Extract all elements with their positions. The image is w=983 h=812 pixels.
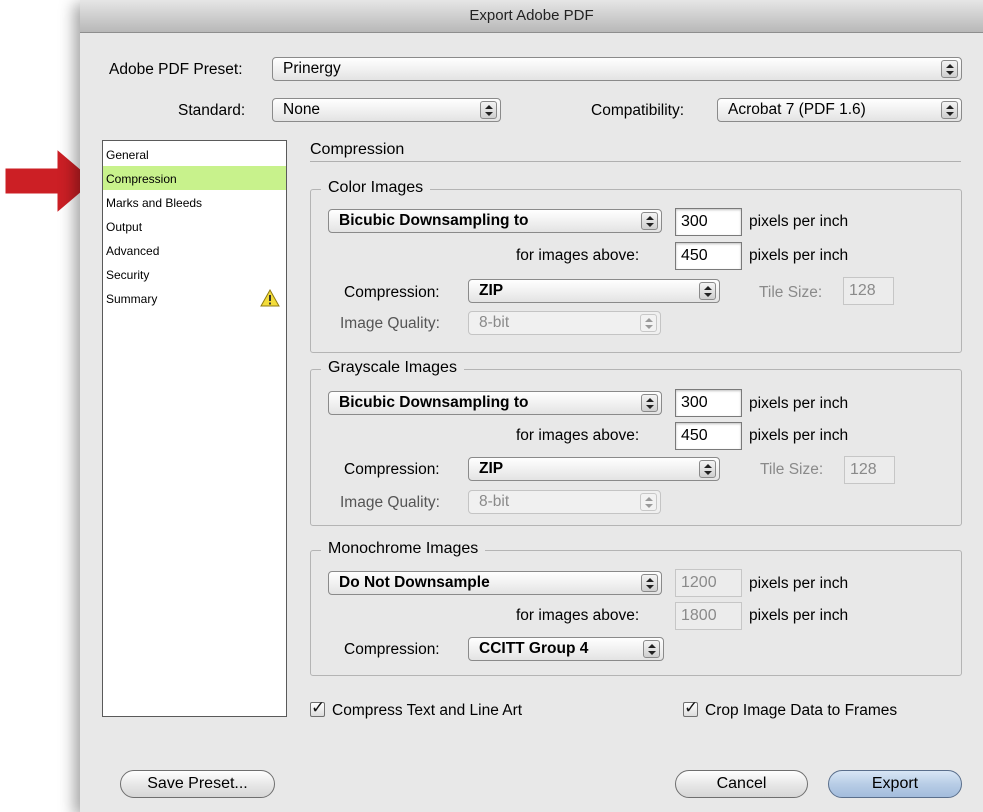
color-quality-select[interactable]: 8-bit	[468, 311, 661, 335]
group-title: Grayscale Images	[321, 359, 464, 377]
sidebar-item-label: Output	[106, 220, 143, 234]
checkmark-icon: ✓	[684, 698, 699, 717]
sidebar-item-label: Security	[106, 268, 150, 282]
monochrome-above-input[interactable]: 1800	[675, 602, 742, 630]
warning-icon	[260, 289, 280, 307]
color-compression-value: ZIP	[479, 282, 504, 299]
monochrome-compression-value: CCITT Group 4	[479, 640, 589, 657]
preset-label: Adobe PDF Preset:	[109, 61, 243, 78]
grayscale-ppi-unit: pixels per inch	[749, 395, 849, 412]
sidebar-item-label: Compression	[106, 172, 177, 186]
cancel-button[interactable]: Cancel	[675, 770, 808, 798]
standard-label: Standard:	[178, 102, 246, 119]
compatibility-value: Acrobat 7 (PDF 1.6)	[728, 101, 866, 118]
popup-arrows-icon	[941, 60, 958, 78]
sidebar-item-label: Summary	[106, 292, 158, 306]
color-downsample-value: Bicubic Downsampling to	[339, 212, 529, 229]
title-bar: Export Adobe PDF	[80, 0, 983, 33]
crop-image-label: Crop Image Data to Frames	[705, 702, 898, 719]
monochrome-ppi-input[interactable]: 1200	[675, 569, 742, 597]
popup-arrows-icon	[640, 493, 657, 511]
sidebar-item-advanced[interactable]: Advanced	[103, 238, 286, 262]
grayscale-quality-value: 8-bit	[479, 493, 510, 510]
popup-arrows-icon	[480, 101, 497, 119]
color-ppi-input[interactable]: 300	[675, 208, 742, 236]
popup-arrows-icon	[941, 101, 958, 119]
category-list: General Compression Marks and Bleeds Out…	[102, 140, 287, 717]
panel-title: Compression	[310, 141, 405, 158]
checkmark-icon: ✓	[311, 698, 326, 717]
standard-select[interactable]: None	[272, 98, 501, 122]
standard-value: None	[283, 101, 321, 118]
preset-value: Prinergy	[283, 60, 341, 77]
crop-image-checkbox[interactable]: ✓	[683, 698, 698, 717]
save-preset-button[interactable]: Save Preset...	[120, 770, 275, 798]
color-compression-select[interactable]: ZIP	[468, 279, 720, 303]
window-title: Export Adobe PDF	[469, 7, 594, 24]
grayscale-above-input[interactable]: 450	[675, 422, 742, 450]
sidebar-item-label: Marks and Bleeds	[106, 196, 203, 210]
sidebar-item-general[interactable]: General	[103, 142, 286, 166]
color-ppi-unit: pixels per inch	[749, 213, 849, 230]
panel-divider	[310, 161, 961, 162]
group-title: Color Images	[321, 179, 431, 197]
popup-arrows-icon	[640, 314, 657, 332]
compatibility-select[interactable]: Acrobat 7 (PDF 1.6)	[717, 98, 962, 122]
color-quality-value: 8-bit	[479, 314, 510, 331]
sidebar-item-summary[interactable]: Summary	[103, 286, 286, 310]
grayscale-quality-select[interactable]: 8-bit	[468, 490, 661, 514]
monochrome-above-unit: pixels per inch	[749, 607, 849, 624]
color-tile-input[interactable]: 128	[843, 277, 894, 305]
grayscale-compression-label: Compression:	[344, 461, 440, 478]
color-downsample-select[interactable]: Bicubic Downsampling to	[328, 209, 662, 233]
color-tile-label: Tile Size:	[759, 284, 823, 301]
monochrome-compression-label: Compression:	[344, 641, 440, 658]
popup-arrows-icon	[699, 282, 716, 300]
color-above-input[interactable]: 450	[675, 242, 742, 270]
popup-arrows-icon	[641, 574, 658, 592]
monochrome-above-label: for images above:	[516, 607, 640, 624]
compatibility-label: Compatibility:	[591, 102, 685, 119]
sidebar-item-marks-and-bleeds[interactable]: Marks and Bleeds	[103, 190, 286, 214]
grayscale-tile-label: Tile Size:	[760, 461, 824, 478]
group-title: Monochrome Images	[321, 540, 486, 558]
grayscale-above-label: for images above:	[516, 427, 640, 444]
monochrome-downsample-select[interactable]: Do Not Downsample	[328, 571, 662, 595]
grayscale-above-unit: pixels per inch	[749, 427, 849, 444]
sidebar-item-label: General	[106, 148, 149, 162]
popup-arrows-icon	[641, 212, 658, 230]
sidebar-item-compression[interactable]: Compression	[103, 166, 286, 190]
grayscale-tile-input[interactable]: 128	[844, 456, 895, 484]
monochrome-downsample-value: Do Not Downsample	[339, 574, 490, 591]
export-pdf-dialog: Export Adobe PDF Adobe PDF Preset: Prine…	[80, 0, 983, 812]
color-above-label: for images above:	[516, 247, 640, 264]
grayscale-compression-select[interactable]: ZIP	[468, 457, 720, 481]
grayscale-compression-value: ZIP	[479, 460, 504, 477]
grayscale-downsample-select[interactable]: Bicubic Downsampling to	[328, 391, 662, 415]
monochrome-ppi-unit: pixels per inch	[749, 575, 849, 592]
popup-arrows-icon	[641, 394, 658, 412]
export-button[interactable]: Export	[828, 770, 962, 798]
grayscale-ppi-input[interactable]: 300	[675, 389, 742, 417]
preset-select[interactable]: Prinergy	[272, 57, 962, 81]
color-above-unit: pixels per inch	[749, 247, 849, 264]
sidebar-item-label: Advanced	[106, 244, 160, 258]
grayscale-downsample-value: Bicubic Downsampling to	[339, 394, 529, 411]
monochrome-compression-select[interactable]: CCITT Group 4	[468, 637, 664, 661]
color-quality-label: Image Quality:	[340, 315, 440, 332]
popup-arrows-icon	[699, 460, 716, 478]
popup-arrows-icon	[643, 640, 660, 658]
compress-text-checkbox[interactable]: ✓	[310, 698, 325, 717]
color-compression-label: Compression:	[344, 284, 440, 301]
sidebar-item-security[interactable]: Security	[103, 262, 286, 286]
sidebar-item-output[interactable]: Output	[103, 214, 286, 238]
compress-text-label: Compress Text and Line Art	[332, 702, 523, 719]
grayscale-quality-label: Image Quality:	[340, 494, 440, 511]
